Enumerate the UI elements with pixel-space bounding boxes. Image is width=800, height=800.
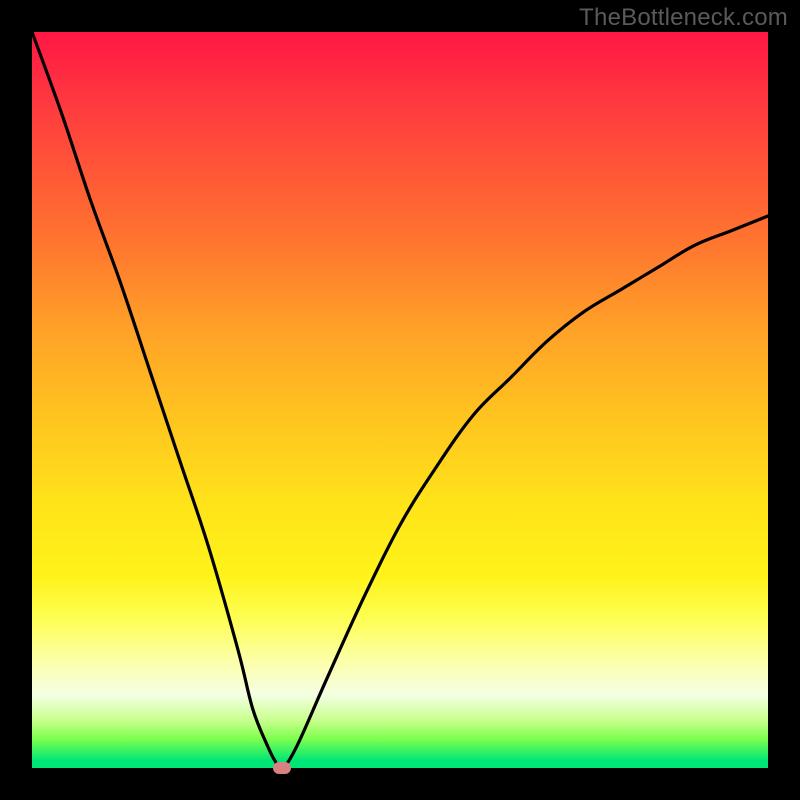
optimum-marker [273, 762, 291, 774]
watermark-text: TheBottleneck.com [579, 4, 788, 32]
bottleneck-curve [32, 32, 768, 768]
chart-frame: TheBottleneck.com [0, 0, 800, 800]
curve-layer [32, 32, 768, 768]
plot-area [32, 32, 768, 768]
